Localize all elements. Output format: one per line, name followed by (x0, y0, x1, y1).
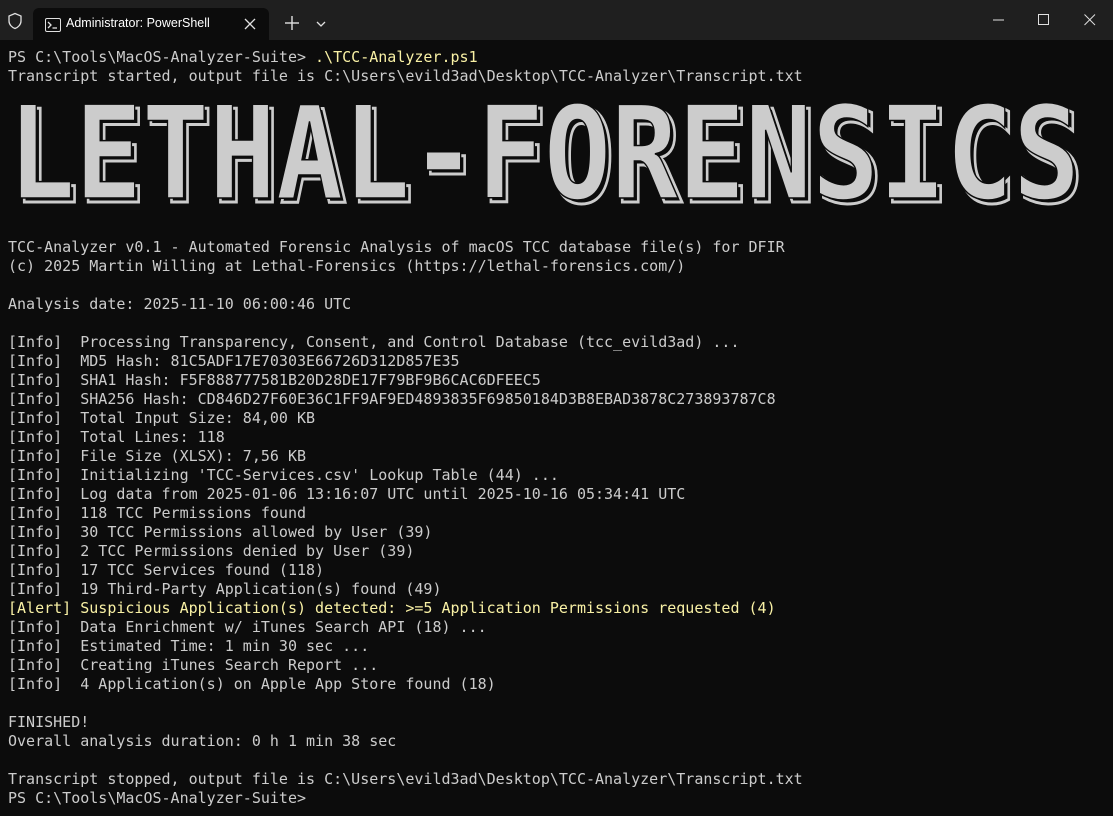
log-line: [Info] 118 TCC Permissions found (8, 504, 307, 522)
log-line: [Info] Initializing 'TCC-Services.csv' L… (8, 466, 559, 484)
log-line: [Info] 4 Application(s) on Apple App Sto… (8, 675, 496, 693)
prompt-line[interactable]: PS C:\Tools\MacOS-Analyzer-Suite> (8, 789, 306, 808)
log-line: [Info] Data Enrichment w/ iTunes Search … (8, 618, 487, 636)
tab-powershell[interactable]: Administrator: PowerShell (33, 8, 269, 40)
alert-line: [Alert] Suspicious Application(s) detect… (8, 599, 776, 617)
terminal-output[interactable]: PS C:\Tools\MacOS-Analyzer-Suite> .\TCC-… (0, 40, 1113, 816)
log-line: [Info] 17 TCC Services found (118) (8, 561, 325, 579)
log-line: [Info] Estimated Time: 1 min 30 sec ... (8, 637, 370, 655)
close-window-button[interactable] (1067, 0, 1113, 40)
powershell-window: Administrator: PowerShell PS C:\Tools\Ma… (0, 0, 1113, 816)
minimize-icon (993, 19, 1004, 21)
transcript-stop-line: Transcript stopped, output file is C:\Us… (8, 770, 803, 788)
duration-line: Overall analysis duration: 0 h 1 min 38 … (8, 732, 397, 750)
ascii-banner: LETHAL-FORENSICS LETHAL-FORENSICS (8, 102, 1088, 214)
tab-title: Administrator: PowerShell (66, 16, 210, 30)
about-line-2: (c) 2025 Martin Willing at Lethal-Forens… (8, 257, 686, 275)
log-line: [Info] 30 TCC Permissions allowed by Use… (8, 523, 433, 541)
close-icon[interactable] (241, 15, 259, 33)
title-bar: Administrator: PowerShell (0, 0, 1113, 40)
log-line: [Info] 2 TCC Permissions denied by User … (8, 542, 415, 560)
command-line: PS C:\Tools\MacOS-Analyzer-Suite> .\TCC-… (8, 48, 478, 67)
transcript-start-line: Transcript started, output file is C:\Us… (8, 67, 803, 85)
log-line: [Info] Total Lines: 118 (8, 428, 225, 446)
chevron-down-icon[interactable] (313, 16, 329, 30)
plus-icon[interactable] (283, 14, 301, 32)
command: .\TCC-Analyzer.ps1 (315, 48, 478, 66)
prompt: PS C:\Tools\MacOS-Analyzer-Suite> (8, 48, 316, 66)
about-line-1: TCC-Analyzer v0.1 - Automated Forensic A… (8, 238, 785, 256)
log-line: [Info] MD5 Hash: 81C5ADF17E70303E66726D3… (8, 352, 460, 370)
close-icon (1084, 14, 1096, 26)
shield-icon (6, 12, 24, 30)
maximize-button[interactable] (1021, 0, 1067, 40)
log-line: [Info] SHA256 Hash: CD846D27F60E36C1FF9A… (8, 390, 776, 408)
log-line: [Info] 19 Third-Party Application(s) fou… (8, 580, 442, 598)
log-line: [Info] Log data from 2025-01-06 13:16:07… (8, 485, 686, 503)
log-line: [Info] File Size (XLSX): 7,56 KB (8, 447, 307, 465)
log-line: [Info] Creating iTunes Search Report ... (8, 656, 379, 674)
maximize-icon (1038, 14, 1049, 25)
banner-fill: LETHAL-FORENSICS (8, 102, 1080, 214)
log-line: [Info] Processing Transparency, Consent,… (8, 333, 740, 351)
finished-line: FINISHED! (8, 713, 90, 731)
minimize-button[interactable] (976, 0, 1022, 40)
log-line: [Info] SHA1 Hash: F5F888777581B20D28DE17… (8, 371, 541, 389)
log-line: [Info] Total Input Size: 84,00 KB (8, 409, 316, 427)
powershell-icon (45, 17, 61, 32)
analysis-date: Analysis date: 2025-11-10 06:00:46 UTC (8, 295, 352, 313)
